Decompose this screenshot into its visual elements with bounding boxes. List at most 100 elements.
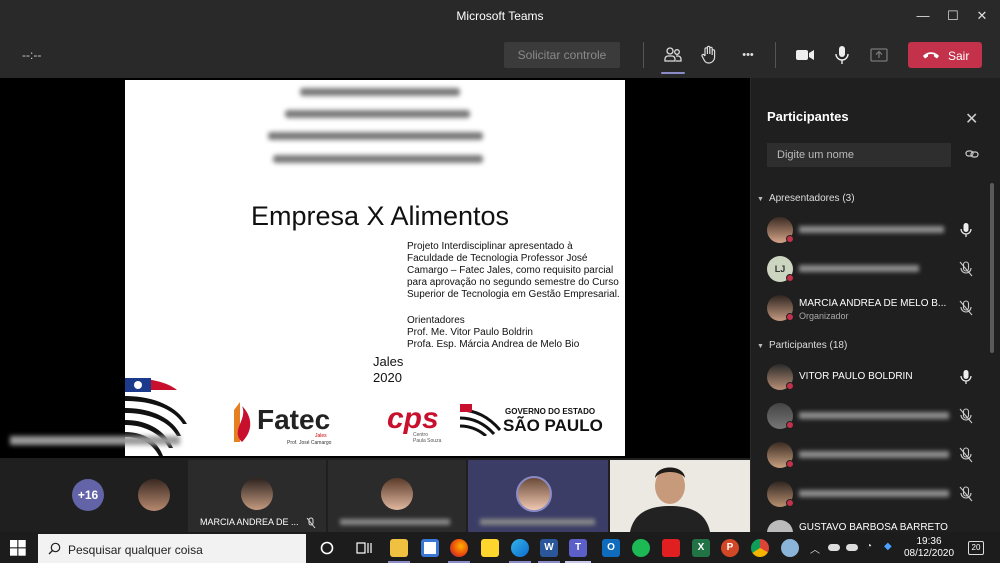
- presenters-section-header[interactable]: ▼ Apresentadores (3): [757, 193, 855, 204]
- cps-sub-2: Paula Souza: [413, 438, 442, 444]
- teams-icon[interactable]: T: [569, 539, 587, 557]
- raise-hand-icon[interactable]: [698, 44, 720, 66]
- avatar: [516, 476, 552, 512]
- name-redacted: [799, 451, 949, 458]
- redacted-line: [273, 155, 483, 163]
- dropbox-icon[interactable]: ◆: [884, 541, 892, 552]
- taskbar-search-box[interactable]: Pesquisar qualquer coisa: [38, 534, 306, 563]
- participant-row[interactable]: [767, 479, 991, 509]
- acrobat-icon[interactable]: [662, 539, 680, 557]
- advisor-1: Prof. Me. Vitor Paulo Boldrin: [407, 327, 533, 338]
- request-control-button[interactable]: Solicitar controle: [504, 42, 620, 68]
- redacted-line: [268, 132, 483, 140]
- onedrive-icon[interactable]: [828, 544, 840, 551]
- participants-icon[interactable]: [662, 44, 684, 66]
- participants-section-header[interactable]: ▼ Participantes (18): [757, 340, 847, 351]
- close-window-button[interactable]: ✕: [972, 6, 992, 26]
- participant-role: Organizador: [799, 311, 849, 321]
- powerpoint-icon[interactable]: P: [721, 539, 739, 557]
- presentation-slide: Empresa X Alimentos Projeto Interdiscipl…: [125, 80, 625, 456]
- snipping-icon[interactable]: [781, 539, 799, 557]
- mic-off-icon: [959, 300, 973, 316]
- participant-row[interactable]: GUSTAVO BARBOSA BARRETO: [767, 518, 991, 532]
- participant-row[interactable]: VITOR PAULO BOLDRIN: [767, 362, 991, 392]
- status-badge: [786, 382, 794, 390]
- windows-start-icon[interactable]: [10, 540, 26, 556]
- minimize-button[interactable]: —: [913, 6, 933, 26]
- mic-off-icon: [959, 486, 973, 502]
- excel-icon[interactable]: X: [692, 539, 710, 557]
- fatec-logo: Fatec: [257, 404, 331, 435]
- mic-off-icon: [959, 408, 973, 424]
- participant-row[interactable]: [767, 401, 991, 431]
- participant-row[interactable]: LJ: [767, 254, 991, 284]
- fatec-flame-icon: [234, 402, 251, 442]
- name-redacted: [799, 490, 949, 497]
- advisor-2: Profa. Esp. Márcia Andrea de Melo Bio: [407, 339, 580, 350]
- file-explorer-icon[interactable]: [390, 539, 408, 557]
- name-redacted: [799, 265, 919, 272]
- status-badge: [786, 235, 794, 243]
- gallery-tile[interactable]: MARCIA ANDREA DE ...: [188, 460, 326, 532]
- person-video-image: [610, 460, 750, 532]
- participant-row-organizer[interactable]: MARCIA ANDREA DE MELO B... Organizador: [767, 293, 991, 323]
- fatec-logo-sub: Jales: [315, 433, 327, 439]
- participant-row[interactable]: [767, 215, 991, 245]
- tile-name: MARCIA ANDREA DE ...: [200, 517, 299, 527]
- camera-icon[interactable]: [794, 44, 816, 66]
- participants-active-indicator: [661, 72, 685, 74]
- tray-expand-icon[interactable]: ︿: [810, 541, 820, 556]
- redacted-line: [285, 110, 470, 118]
- panel-scrollbar[interactable]: [990, 183, 994, 353]
- word-icon[interactable]: W: [540, 539, 558, 557]
- close-panel-icon[interactable]: ✕: [965, 109, 978, 129]
- chevron-down-icon: ▼: [757, 343, 764, 350]
- sp-gov-logo-line2: SÃO PAULO: [503, 416, 603, 435]
- more-options-icon[interactable]: •••: [737, 44, 759, 66]
- notification-center-badge[interactable]: 20: [968, 541, 984, 555]
- share-link-icon[interactable]: [965, 148, 979, 160]
- gallery-tile[interactable]: [328, 460, 466, 532]
- maximize-button[interactable]: ☐: [943, 6, 963, 26]
- cloud-icon[interactable]: [846, 544, 858, 551]
- clock-date: 08/12/2020: [903, 548, 955, 559]
- camera-video-tile[interactable]: [610, 460, 750, 532]
- status-badge: [786, 499, 794, 507]
- toolbar-divider: [775, 42, 776, 68]
- sticky-notes-icon[interactable]: [481, 539, 499, 557]
- edge-icon[interactable]: [511, 539, 529, 557]
- fatec-logo-sub2: Prof. José Camargo: [287, 440, 332, 446]
- microphone-icon[interactable]: [831, 44, 853, 66]
- leave-label: Sair: [948, 49, 970, 63]
- spotify-icon[interactable]: [632, 539, 650, 557]
- meeting-toolbar: --:-- Solicitar controle ••• Sair: [0, 32, 1000, 78]
- clock-time: 19:36: [916, 536, 942, 547]
- participants-header-label: Participantes (18): [768, 340, 848, 351]
- taskbar-search-placeholder: Pesquisar qualquer coisa: [68, 543, 203, 557]
- outlook-icon[interactable]: O: [602, 539, 620, 557]
- slide-footer: Fatec Jales Prof. José Camargo cps Centr…: [125, 376, 625, 456]
- tile-name-redacted: [340, 519, 450, 525]
- toolbar-divider: [643, 42, 644, 68]
- slide-advisors: Orientadores Prof. Me. Vitor Paulo Boldr…: [407, 315, 579, 351]
- taskbar-clock[interactable]: 19:36 08/12/2020: [902, 536, 956, 560]
- leave-button[interactable]: Sair: [908, 42, 982, 68]
- advisors-label: Orientadores: [407, 315, 465, 326]
- task-view-icon[interactable]: [355, 539, 373, 557]
- chrome-icon[interactable]: [751, 539, 769, 557]
- search-icon: [48, 542, 61, 555]
- avatar: [767, 520, 793, 532]
- participant-name: VITOR PAULO BOLDRIN: [799, 371, 913, 382]
- network-icon[interactable]: ◔: [866, 541, 872, 552]
- avatar[interactable]: [138, 479, 170, 511]
- cortana-icon[interactable]: [318, 539, 336, 557]
- participant-row[interactable]: [767, 440, 991, 470]
- overflow-participants-badge[interactable]: +16: [72, 479, 104, 511]
- store-icon[interactable]: [421, 539, 439, 557]
- sp-gov-logo-line1: GOVERNO DO ESTADO: [505, 407, 596, 416]
- firefox-icon[interactable]: [450, 539, 468, 557]
- share-tray-icon[interactable]: [868, 44, 890, 66]
- mic-off-icon: [959, 261, 973, 277]
- gallery-tile-speaking[interactable]: [468, 460, 608, 532]
- participant-search-input[interactable]: [767, 143, 951, 167]
